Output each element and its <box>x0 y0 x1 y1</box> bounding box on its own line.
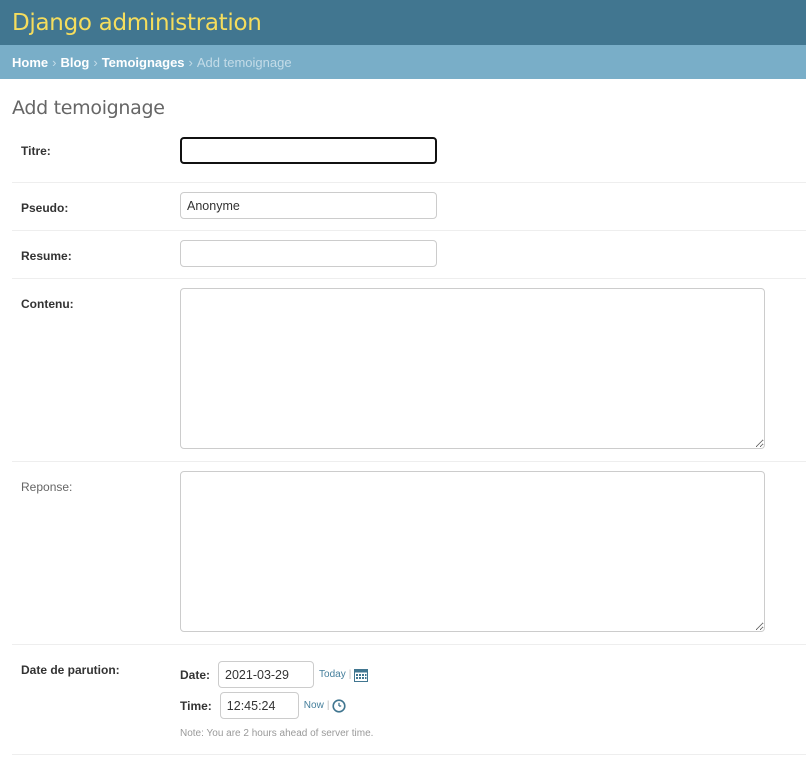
form-row-contenu: Contenu: <box>12 279 806 462</box>
help-text: Note: You are 2 hours ahead of server ti… <box>180 728 374 739</box>
content: Add temoignage Titre: Pseudo: Resume: Co… <box>0 97 806 755</box>
date-line: Date: Today | <box>180 661 373 688</box>
form-row-resume: Resume: <box>12 231 806 279</box>
breadcrumb-home[interactable]: Home <box>12 55 48 70</box>
shortcut-separator: | <box>348 669 352 680</box>
breadcrumb: Home › Blog › Temoignages › Add temoigna… <box>0 45 806 79</box>
titre-label: Titre: <box>21 144 51 158</box>
time-label: Time: <box>180 698 212 713</box>
contenu-label: Contenu: <box>21 297 74 311</box>
date-parution-label: Date de parution: <box>21 663 120 677</box>
resume-label: Resume: <box>21 249 72 263</box>
breadcrumb-temoignages[interactable]: Temoignages <box>102 55 185 70</box>
date-label: Date: <box>180 667 211 682</box>
date-input[interactable] <box>218 661 315 688</box>
titre-input[interactable] <box>180 137 437 164</box>
form-row-date-parution: Date de parution: Date: Today | <box>12 645 806 755</box>
shortcut-separator: | <box>326 700 330 711</box>
calendar-icon[interactable] <box>354 668 369 682</box>
time-input[interactable] <box>219 692 299 719</box>
today-link[interactable]: Today <box>319 669 346 680</box>
clock-icon[interactable] <box>332 698 347 713</box>
header: Django administration <box>0 0 806 45</box>
form-row-pseudo: Pseudo: <box>12 183 806 231</box>
breadcrumb-separator: › <box>188 54 193 70</box>
breadcrumb-blog[interactable]: Blog <box>60 55 89 70</box>
breadcrumb-separator: › <box>52 54 57 70</box>
form-row-reponse: Reponse: <box>12 462 806 645</box>
page-title: Add temoignage <box>12 97 165 119</box>
breadcrumb-current: Add temoignage <box>196 54 292 70</box>
pseudo-input[interactable] <box>180 192 437 219</box>
pseudo-label: Pseudo: <box>21 201 69 215</box>
date-shortcuts: Today | <box>319 668 369 682</box>
time-line: Time: Now | <box>180 692 373 719</box>
reponse-label: Reponse: <box>21 480 73 494</box>
form-row-titre: Titre: <box>12 135 806 183</box>
breadcrumb-separator: › <box>93 54 98 70</box>
resume-input[interactable] <box>180 240 437 267</box>
reponse-textarea[interactable] <box>180 471 765 632</box>
contenu-textarea[interactable] <box>180 288 765 449</box>
now-link[interactable]: Now <box>304 700 324 711</box>
time-shortcuts: Now | <box>304 698 347 713</box>
site-name[interactable]: Django administration <box>12 10 262 36</box>
